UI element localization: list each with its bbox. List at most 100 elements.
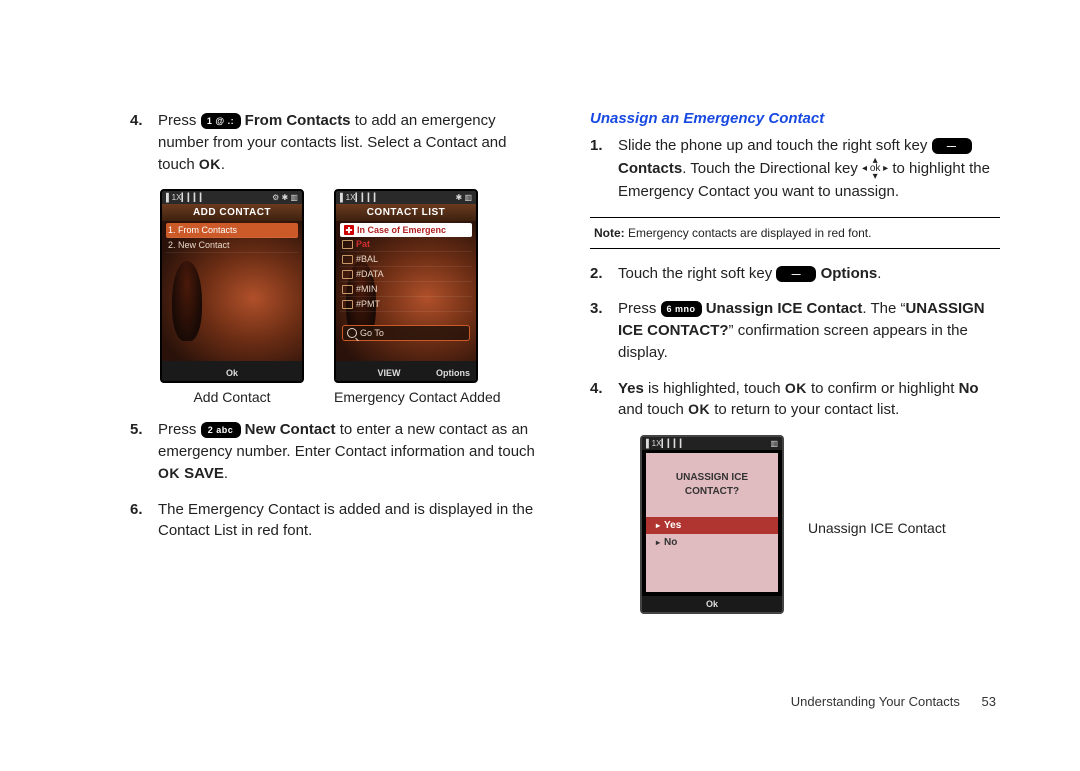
step-number: 5. (130, 419, 158, 484)
section-heading: Unassign an Emergency Contact (590, 110, 1000, 127)
item-label: Pat (356, 239, 370, 249)
q-line1: UNASSIGN ICE (676, 472, 748, 483)
status-left: ▌1X▎▎▎▎ (166, 193, 206, 202)
step-4r: 4. Yes is highlighted, touch OK to confi… (590, 378, 1000, 422)
softkey-bar: VIEW Options (336, 365, 476, 381)
directional-key-icon: ▴◂ ok ▸▾ (862, 157, 888, 181)
softkey-bar: Ok (642, 596, 782, 612)
step-3: 3. Press 6 mno Unassign ICE Contact. The… (590, 298, 1000, 363)
menu-list: ✚In Case of Emergenc Pat #BAL #DATA #MIN… (336, 221, 476, 314)
left-steps: 4. Press 1 @ .: From Contacts to add an … (130, 110, 540, 175)
softkey-center: VIEW (342, 368, 436, 378)
ok-icon: OK (158, 465, 180, 481)
phone-body: 1. From Contacts 2. New Contact (162, 221, 302, 361)
footer-section: Understanding Your Contacts (791, 694, 960, 709)
manual-page: 4. Press 1 @ .: From Contacts to add an … (0, 0, 1080, 666)
status-left: ▌1X▎▎▎▎ (340, 193, 380, 202)
left-steps-2: 5. Press 2 abc New Contact to enter a ne… (130, 419, 540, 542)
status-right: ⚙ ✱ ▥ (272, 193, 298, 202)
step-number: 1. (590, 135, 618, 203)
card-icon (342, 285, 353, 294)
status-left: ▌1X▎▎▎▎ (646, 439, 686, 448)
step-body: Press 1 @ .: From Contacts to add an eme… (158, 110, 540, 175)
phone-add-contact: ▌1X▎▎▎▎ ⚙ ✱ ▥ ADD CONTACT 1. From Contac… (160, 189, 304, 405)
text: Touch the right soft key (618, 265, 776, 282)
confirm-question: UNASSIGN ICE CONTACT? (676, 471, 748, 499)
softkey-icon: — (932, 138, 972, 154)
text-bold: Unassign ICE Contact (702, 300, 863, 317)
card-icon (342, 240, 353, 249)
text-bold: Contacts (618, 160, 682, 177)
step-5: 5. Press 2 abc New Contact to enter a ne… (130, 419, 540, 484)
key-1: 1 @ .: (201, 113, 241, 129)
list-item: 2. New Contact (166, 238, 298, 253)
softkey-center: Ok (648, 599, 776, 609)
step-4: 4. Press 1 @ .: From Contacts to add an … (130, 110, 540, 175)
list-item: #BAL (340, 252, 472, 267)
status-right: ✱ ▥ (456, 193, 472, 202)
list-item: #MIN (340, 282, 472, 297)
list-item: 1. From Contacts (166, 223, 298, 238)
step-body: Press 6 mno Unassign ICE Contact. The “U… (618, 298, 1000, 363)
dir-ok: ◂ ok ▸ (862, 163, 888, 174)
softkey-center: Ok (168, 368, 296, 378)
phone-caption: Add Contact (160, 389, 304, 405)
phone-caption: Unassign ICE Contact (808, 520, 946, 536)
text: Press (158, 112, 201, 129)
key-2: 2 abc (201, 422, 241, 438)
phone-screen: ▌1X▎▎▎▎ ✱ ▥ CONTACT LIST ✚In Case of Eme… (334, 189, 478, 383)
item-label: #PMT (356, 299, 380, 309)
ok-icon: OK (785, 380, 807, 396)
option-no: ▸ No (646, 534, 778, 551)
phone-title: ADD CONTACT (162, 204, 302, 221)
text-bold: No (959, 380, 979, 397)
text: to return to your contact list. (710, 401, 899, 418)
softkey-bar: Ok (162, 365, 302, 381)
medical-cross-icon: ✚ (344, 225, 354, 235)
opt-label: No (664, 537, 677, 548)
ice-header: ✚In Case of Emergenc (340, 223, 472, 237)
phone-body: ✚In Case of Emergenc Pat #BAL #DATA #MIN… (336, 221, 476, 361)
text-bold: Options (816, 265, 877, 282)
text: Press (158, 421, 201, 438)
key-6: 6 mno (661, 301, 702, 317)
status-right: ▥ (770, 439, 778, 448)
text: . (224, 465, 228, 482)
step-body: Yes is highlighted, touch OK to confirm … (618, 378, 1000, 422)
ok-icon: OK (688, 401, 710, 417)
phone-screen: ▌1X▎▎▎▎ ⚙ ✱ ▥ ADD CONTACT 1. From Contac… (160, 189, 304, 383)
phone-screenshots-row: ▌1X▎▎▎▎ ⚙ ✱ ▥ ADD CONTACT 1. From Contac… (160, 189, 540, 405)
step-body: Slide the phone up and touch the right s… (618, 135, 1000, 203)
step-6: 6. The Emergency Contact is added and is… (130, 499, 540, 543)
page-footer: Understanding Your Contacts 53 (791, 694, 996, 709)
step-body: Press 2 abc New Contact to enter a new c… (158, 419, 540, 484)
step-number: 3. (590, 298, 618, 363)
step-1: 1. Slide the phone up and touch the righ… (590, 135, 1000, 203)
left-column: 4. Press 1 @ .: From Contacts to add an … (130, 110, 540, 626)
menu-list: 1. From Contacts 2. New Contact (162, 221, 302, 255)
note-label: Note: (594, 226, 625, 240)
step-number: 4. (130, 110, 158, 175)
text-bold: Yes (618, 380, 644, 397)
item-label: #MIN (356, 284, 378, 294)
step-number: 6. (130, 499, 158, 543)
softkey-right: Options (436, 368, 470, 378)
phone-status-bar: ▌1X▎▎▎▎ ✱ ▥ (336, 191, 476, 204)
phone-caption: Emergency Contact Added (334, 389, 501, 405)
text: Slide the phone up and touch the right s… (618, 137, 932, 154)
phone-unassign-ice: ▌1X▎▎▎▎ ▥ UNASSIGN ICE CONTACT? ▸ Yes ▸ No (640, 435, 784, 614)
triangle-icon: ▸ (656, 538, 660, 547)
triangle-icon: ▸ (656, 521, 660, 530)
opt-label: Yes (664, 520, 681, 531)
note-box: Note: Emergency contacts are displayed i… (590, 217, 1000, 249)
ice-header-text: In Case of Emergenc (357, 225, 446, 235)
ok-icon: OK (199, 156, 221, 172)
text-bold: New Contact (241, 421, 336, 438)
goto-label: Go To (360, 328, 384, 338)
text: . Touch the Directional key (682, 160, 862, 177)
right-column: Unassign an Emergency Contact 1. Slide t… (590, 110, 1000, 626)
phone-status-bar: ▌1X▎▎▎▎ ⚙ ✱ ▥ (162, 191, 302, 204)
search-icon (347, 328, 357, 338)
text: and touch (618, 401, 688, 418)
goto-field: Go To (342, 325, 470, 341)
